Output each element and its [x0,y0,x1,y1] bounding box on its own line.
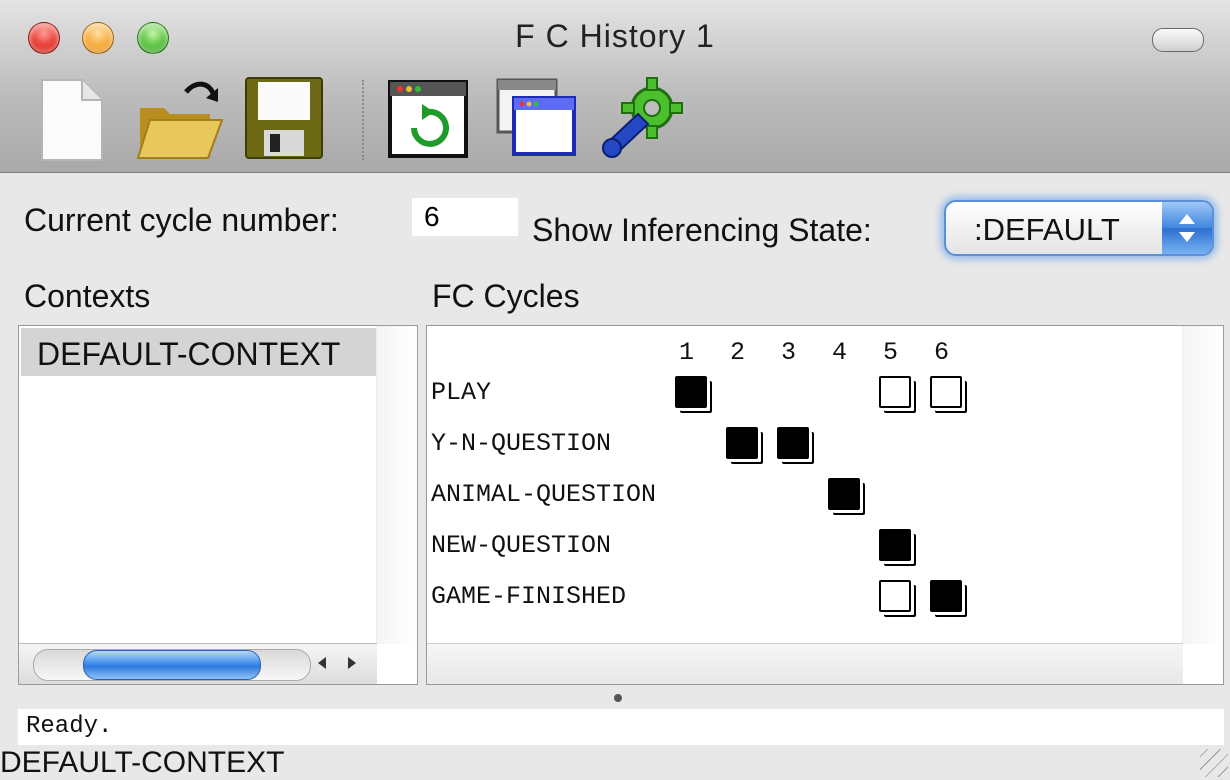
fired-cell[interactable] [879,529,911,561]
window-title: F C History 1 [515,18,715,54]
cycle-column-header: 5 [883,338,899,367]
refresh-window-icon [388,80,468,158]
fired-cell[interactable] [828,478,860,510]
open-folder-icon [136,81,224,159]
new-document-button[interactable] [36,74,108,164]
cycle-number-label: Current cycle number: [24,202,339,238]
inferencing-state-value: :DEFAULT [974,212,1120,247]
select-arrows-icon [1162,202,1212,254]
fired-cell[interactable] [675,376,707,408]
split-view-handle[interactable] [614,694,622,702]
toolbar-toggle-button[interactable] [1152,28,1204,52]
pending-cell[interactable] [879,376,911,408]
rule-row-label: GAME-FINISHED [431,582,627,611]
refresh-button[interactable] [388,74,470,164]
pending-cell[interactable] [930,376,962,408]
save-disk-icon [245,77,323,159]
list-item[interactable]: DEFAULT-CONTEXT [21,328,376,376]
cycle-column-header: 2 [730,338,746,367]
scroll-thumb[interactable] [83,650,261,680]
contexts-list[interactable]: DEFAULT-CONTEXT [18,325,418,685]
cycle-column-header: 3 [781,338,797,367]
window-titlebar-toolbar: F C History 1 [0,0,1230,173]
windows-icon [496,78,576,156]
status-text: Ready. [26,713,113,740]
cycle-column-header: 4 [832,338,848,367]
contexts-vertical-scrollbar[interactable] [376,326,417,644]
cycles-horizontal-scrollbar[interactable] [427,643,1183,684]
windows-button[interactable] [494,74,580,164]
fc-cycles-grid[interactable]: 1 2 3 4 5 6 PLAY Y-N-QUESTION ANIMAL-QUESTION NEW… [426,325,1224,685]
new-document-icon [41,79,103,161]
rule-row-label: PLAY [431,378,492,407]
scroll-right-icon[interactable] [343,652,359,674]
status-bar: Ready. [18,709,1224,745]
scroll-left-icon[interactable] [315,652,331,674]
cycles-vertical-scrollbar[interactable] [1182,326,1223,644]
cycle-column-header: 1 [679,338,695,367]
toolbar-separator [362,80,364,160]
cycle-column-header: 6 [934,338,950,367]
inferencing-state-label: Show Inferencing State: [532,212,872,248]
rule-row-label: Y-N-QUESTION [431,429,612,458]
resize-grip-icon[interactable] [1200,749,1228,777]
save-button[interactable] [244,74,326,164]
settings-button[interactable] [598,74,690,164]
rule-row-label: ANIMAL-QUESTION [431,480,657,509]
contexts-horizontal-scrollbar[interactable] [19,643,377,684]
contexts-header: Contexts [24,278,151,314]
fc-cycles-header: FC Cycles [432,278,580,314]
fired-cell[interactable] [930,580,962,612]
chevron-down-icon [1179,232,1195,242]
rule-row-label: NEW-QUESTION [431,531,612,560]
context-item-label: DEFAULT-CONTEXT [37,336,341,372]
settings-gear-wrench-icon [602,77,683,158]
pending-cell[interactable] [879,580,911,612]
fired-cell[interactable] [726,427,758,459]
open-button[interactable] [134,74,226,164]
inferencing-state-select[interactable]: :DEFAULT [944,200,1214,256]
current-context-label: DEFAULT-CONTEXT [0,746,285,779]
cycle-number-field[interactable] [412,198,518,236]
fired-cell[interactable] [777,427,809,459]
chevron-up-icon [1179,214,1195,224]
